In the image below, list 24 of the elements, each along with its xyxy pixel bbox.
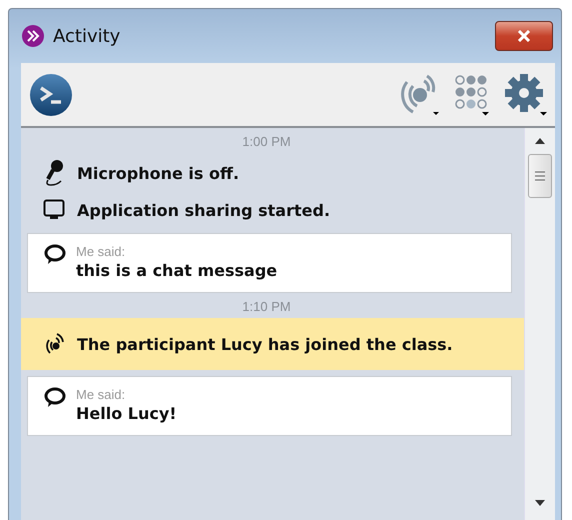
broadcast-icon xyxy=(43,332,65,356)
monitor-icon xyxy=(43,199,65,221)
speech-bubble-icon xyxy=(44,244,66,266)
event-message: Microphone is off. xyxy=(77,164,240,182)
console-icon[interactable] xyxy=(29,72,73,116)
chat-message: this is a chat message xyxy=(76,261,278,280)
scroll-thumb[interactable] xyxy=(528,154,552,198)
event-message: Application sharing started. xyxy=(77,200,330,220)
settings-icon[interactable] xyxy=(503,72,549,118)
notice-message: The participant Lucy has joined the class. xyxy=(77,334,453,356)
window-title: Activity xyxy=(53,26,122,46)
scroll-down-icon[interactable] xyxy=(535,500,545,506)
timestamp: 1:00 PM xyxy=(242,134,291,149)
chat-message: Hello Lucy! xyxy=(76,404,177,423)
scrollbar[interactable] xyxy=(524,128,555,520)
app-logo-icon xyxy=(21,24,45,48)
grip-icon xyxy=(535,171,545,181)
close-button[interactable] xyxy=(495,21,553,51)
timestamp: 1:10 PM xyxy=(242,299,291,314)
speech-bubble-icon xyxy=(44,387,66,409)
sender-label: Me said: xyxy=(76,387,126,402)
sender-label: Me said: xyxy=(76,244,126,259)
scroll-up-icon[interactable] xyxy=(535,138,545,144)
close-icon xyxy=(516,30,532,42)
